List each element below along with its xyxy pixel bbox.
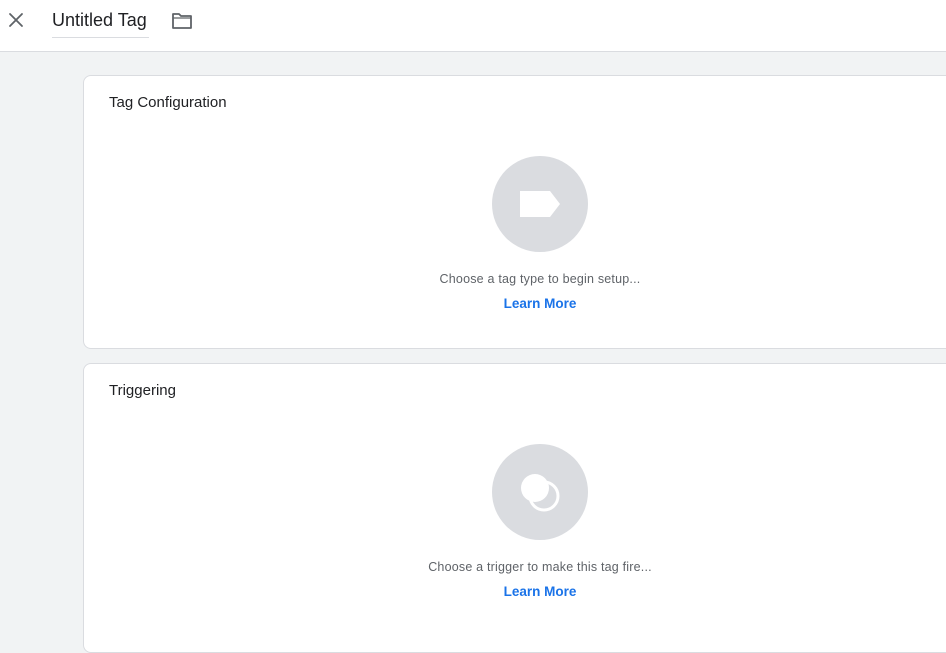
triggering-card[interactable]: Triggering Choose a trigger to make this… bbox=[83, 363, 946, 653]
trigger-selector[interactable] bbox=[492, 444, 588, 540]
triggering-title: Triggering bbox=[109, 382, 176, 399]
triggering-learn-more-row: Learn More bbox=[84, 584, 946, 599]
tag-configuration-title: Tag Configuration bbox=[109, 94, 227, 111]
tag-configuration-hint: Choose a tag type to begin setup... bbox=[439, 272, 641, 286]
triggering-hint: Choose a trigger to make this tag fire..… bbox=[428, 560, 652, 574]
triggering-learn-more-link[interactable]: Learn More bbox=[504, 584, 577, 599]
close-icon[interactable] bbox=[4, 8, 28, 32]
tag-type-selector[interactable] bbox=[492, 156, 588, 252]
tag-name-field[interactable]: Untitled Tag bbox=[52, 8, 149, 38]
trigger-icon bbox=[521, 474, 560, 512]
folder-icon[interactable] bbox=[170, 9, 194, 33]
tag-configuration-learn-more-row: Learn More bbox=[84, 296, 946, 311]
page-title[interactable]: Untitled Tag bbox=[52, 10, 147, 30]
tag-configuration-card[interactable]: Tag Configuration Choose a tag type to b… bbox=[83, 75, 946, 349]
tag-configuration-learn-more-link[interactable]: Learn More bbox=[504, 296, 577, 311]
top-bar: Untitled Tag bbox=[0, 0, 946, 52]
tag-icon bbox=[520, 191, 560, 217]
